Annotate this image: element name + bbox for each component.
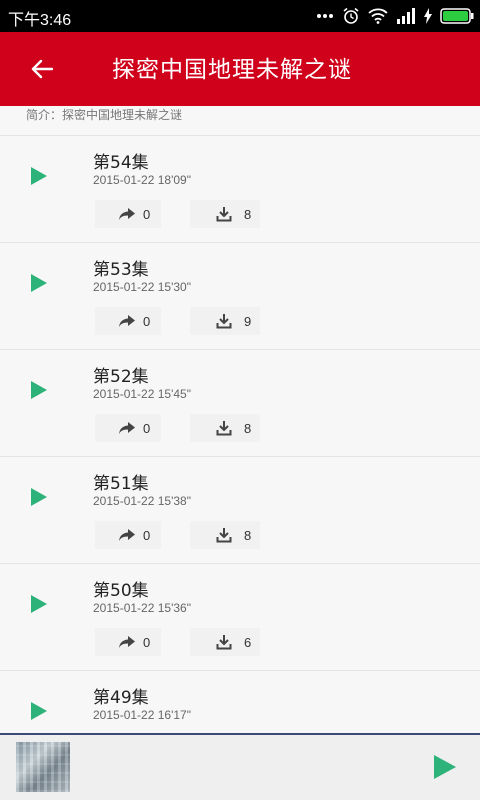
share-count: 0 xyxy=(143,420,151,436)
download-icon xyxy=(212,311,236,331)
play-icon[interactable] xyxy=(30,273,48,293)
play-icon[interactable] xyxy=(432,753,458,781)
play-icon[interactable] xyxy=(30,487,48,507)
status-bar: 下午3:46 xyxy=(0,0,480,32)
episode-item[interactable]: 第52集 2015-01-22 15'45" 0 8 xyxy=(0,350,480,457)
download-icon xyxy=(212,632,236,652)
share-icon xyxy=(115,632,139,652)
download-button[interactable]: 9 xyxy=(190,307,260,335)
share-button[interactable]: 0 xyxy=(95,414,161,442)
share-count: 0 xyxy=(143,634,151,650)
status-time: 下午3:46 xyxy=(8,12,72,29)
episode-date-duration: 2015-01-22 15'45" xyxy=(93,387,191,401)
share-count: 0 xyxy=(143,313,151,329)
episode-item[interactable]: 第50集 2015-01-22 15'36" 0 6 xyxy=(0,564,480,671)
download-button[interactable]: 6 xyxy=(190,628,260,656)
mini-player[interactable] xyxy=(0,733,480,800)
episode-title: 第53集 xyxy=(93,260,149,280)
episode-item[interactable]: 第49集 2015-01-22 16'17" xyxy=(0,671,480,733)
episode-title: 第51集 xyxy=(93,474,149,494)
alarm-icon xyxy=(342,7,360,25)
episode-title: 第54集 xyxy=(93,153,149,173)
episode-date-duration: 2015-01-22 15'30" xyxy=(93,280,191,294)
share-icon xyxy=(115,204,139,224)
wifi-icon xyxy=(368,8,388,24)
episode-date-duration: 2015-01-22 15'38" xyxy=(93,494,191,508)
play-icon[interactable] xyxy=(30,380,48,400)
signal-icon xyxy=(396,8,416,24)
download-count: 8 xyxy=(244,420,252,436)
play-icon[interactable] xyxy=(30,594,48,614)
share-button[interactable]: 0 xyxy=(95,200,161,228)
share-icon xyxy=(115,311,139,331)
episode-item[interactable]: 第54集 2015-01-22 18'09" 0 8 xyxy=(0,136,480,243)
episode-item[interactable]: 第53集 2015-01-22 15'30" 0 9 xyxy=(0,243,480,350)
play-icon[interactable] xyxy=(30,166,48,186)
status-icons xyxy=(316,6,474,26)
episode-date-duration: 2015-01-22 16'17" xyxy=(93,708,191,722)
album-cover-thumbnail[interactable] xyxy=(16,742,70,792)
download-count: 8 xyxy=(244,206,252,222)
episode-date-duration: 2015-01-22 15'36" xyxy=(93,601,191,615)
share-icon xyxy=(115,418,139,438)
episode-list[interactable]: 第54集 2015-01-22 18'09" 0 8 第53集 2015-01-… xyxy=(0,136,480,733)
download-count: 6 xyxy=(244,634,252,650)
download-button[interactable]: 8 xyxy=(190,521,260,549)
share-button[interactable]: 0 xyxy=(95,307,161,335)
battery-icon xyxy=(440,8,474,24)
charging-icon xyxy=(424,8,432,24)
episode-date-duration: 2015-01-22 18'09" xyxy=(93,173,191,187)
share-button[interactable]: 0 xyxy=(95,521,161,549)
back-button[interactable] xyxy=(22,54,62,84)
album-intro: 简介：探密中国地理未解之谜 xyxy=(0,106,480,136)
share-button[interactable]: 0 xyxy=(95,628,161,656)
download-button[interactable]: 8 xyxy=(190,414,260,442)
download-icon xyxy=(212,204,236,224)
episode-title: 第52集 xyxy=(93,367,149,387)
more-icon xyxy=(316,13,334,19)
download-button[interactable]: 8 xyxy=(190,200,260,228)
download-icon xyxy=(212,418,236,438)
episode-item[interactable]: 第51集 2015-01-22 15'38" 0 8 xyxy=(0,457,480,564)
back-arrow-icon xyxy=(31,59,53,79)
download-icon xyxy=(212,525,236,545)
episode-title: 第50集 xyxy=(93,581,149,601)
share-count: 0 xyxy=(143,527,151,543)
play-icon[interactable] xyxy=(30,701,48,721)
app-bar: 探密中国地理未解之谜 xyxy=(0,32,480,106)
episode-title: 第49集 xyxy=(93,688,149,708)
intro-text: 简介：探密中国地理未解之谜 xyxy=(26,108,183,122)
download-count: 8 xyxy=(244,527,252,543)
share-count: 0 xyxy=(143,206,151,222)
download-count: 9 xyxy=(244,313,252,329)
page-title: 探密中国地理未解之谜 xyxy=(112,57,352,83)
share-icon xyxy=(115,525,139,545)
